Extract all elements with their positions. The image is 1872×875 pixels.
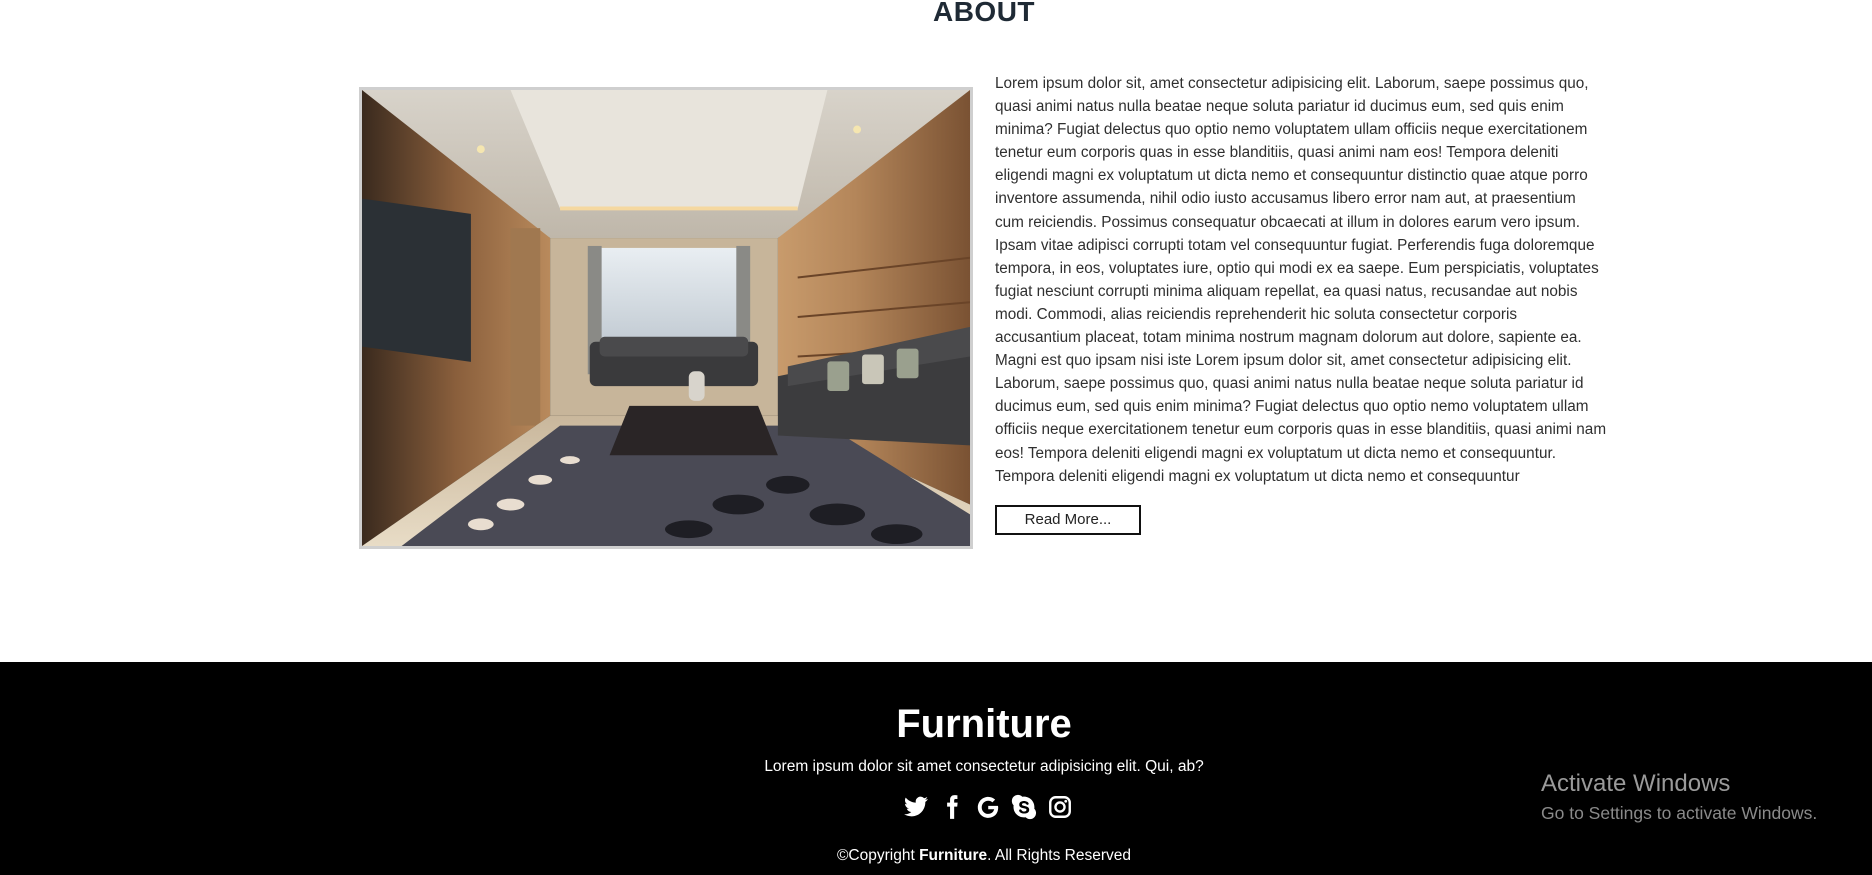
twitter-icon[interactable] bbox=[902, 793, 930, 821]
activate-windows-subtitle: Go to Settings to activate Windows. bbox=[1541, 803, 1818, 823]
social-icons bbox=[902, 792, 1074, 822]
facebook-icon[interactable] bbox=[938, 793, 966, 821]
copyright-brand: Furniture bbox=[919, 847, 988, 864]
read-more-button[interactable]: Read More... bbox=[995, 505, 1141, 535]
instagram-icon[interactable] bbox=[1046, 793, 1074, 821]
copyright-prefix: ©Copyright bbox=[837, 847, 920, 864]
google-icon[interactable] bbox=[974, 793, 1002, 821]
about-section: ABOUT Lorem ipsum dolor sit, amet consec… bbox=[0, 0, 1872, 662]
footer: Furniture Lorem ipsum dolor sit amet con… bbox=[0, 662, 1872, 875]
activate-windows-watermark: Activate Windows Go to Settings to activ… bbox=[1541, 770, 1817, 824]
activate-windows-title: Activate Windows bbox=[1541, 770, 1731, 797]
about-image bbox=[359, 87, 973, 549]
living-room-illustration bbox=[362, 90, 970, 546]
about-text: Lorem ipsum dolor sit, amet consectetur … bbox=[995, 75, 1607, 485]
about-title: ABOUT bbox=[932, 0, 1036, 27]
skype-icon[interactable] bbox=[1010, 793, 1038, 821]
footer-copyright: ©Copyright Furniture. All Rights Reserve… bbox=[0, 847, 1872, 865]
footer-brand: Furniture bbox=[896, 702, 1072, 746]
copyright-suffix: . All Rights Reserved bbox=[987, 847, 1131, 864]
